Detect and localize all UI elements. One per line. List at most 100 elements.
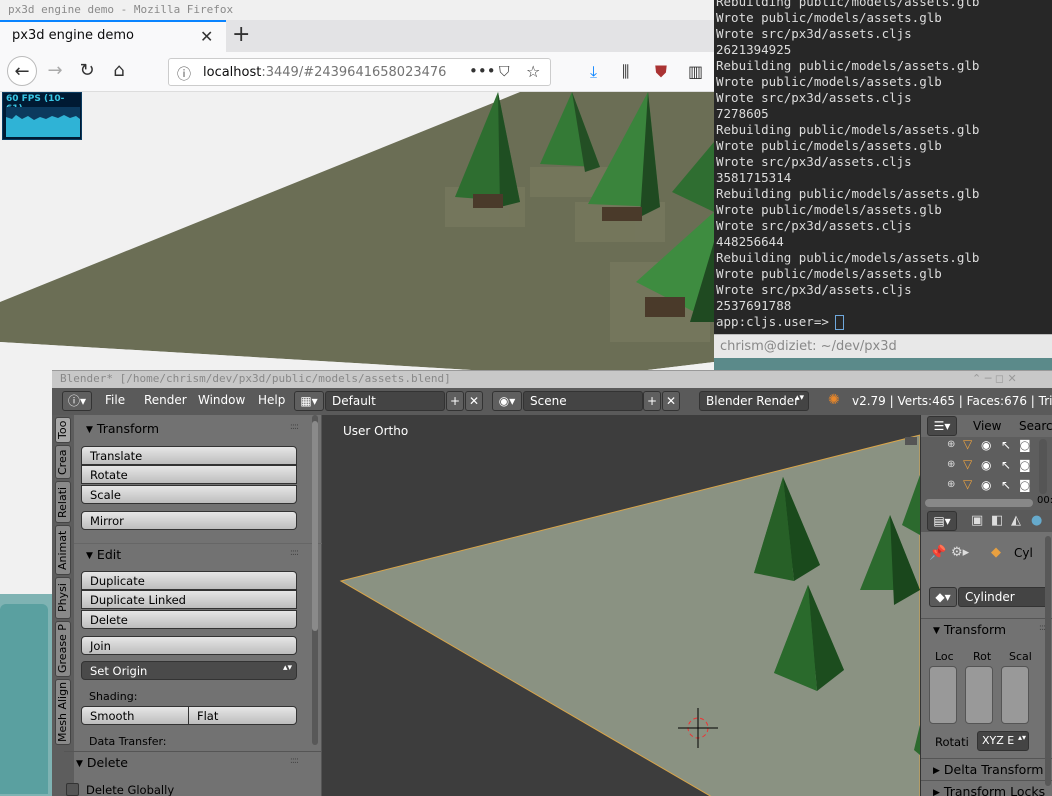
tab-tools[interactable]: Too xyxy=(55,417,71,443)
outliner-row[interactable]: ⊕ ▽ ◉ ↖ ◙ xyxy=(921,437,1052,457)
scrollbar-thumb[interactable] xyxy=(312,421,318,631)
object-data-icon[interactable]: ◆▾ xyxy=(929,587,957,607)
menu-file[interactable]: File xyxy=(105,393,125,407)
delete-panel-header[interactable]: ▼ Delete:::: xyxy=(64,751,322,773)
scale-button[interactable]: Scale xyxy=(81,485,297,504)
properties-scrollbar[interactable] xyxy=(1045,536,1051,786)
duplicate-linked-button[interactable]: Duplicate Linked xyxy=(81,590,297,609)
cone-mesh-icon: ▽ xyxy=(963,437,973,451)
pocket-icon[interactable]: ⛉ xyxy=(499,64,510,80)
delete-button[interactable]: Delete xyxy=(81,610,297,629)
shade-flat-button[interactable]: Flat xyxy=(188,706,297,725)
site-info-icon[interactable]: ⓘ xyxy=(177,64,191,84)
terminal-line: Wrote public/models/assets.glb xyxy=(716,266,942,281)
rotation-mode-select[interactable]: XYZ E ▴▾ xyxy=(977,731,1029,751)
outliner-type-icon[interactable]: ☰▾ xyxy=(927,416,957,436)
url-bar[interactable]: ⓘ localhost:3449/#2439641658023476 ••• ⛉… xyxy=(168,58,551,86)
location-fields[interactable] xyxy=(929,666,957,724)
outliner-row[interactable]: ⊕ ▽ ◉ ↖ ◙ xyxy=(921,477,1052,497)
library-icon[interactable]: ⫼ xyxy=(622,62,629,82)
transform-locks-header[interactable]: ▶ Transform Locks xyxy=(921,780,1052,796)
new-tab-button[interactable]: + xyxy=(232,22,250,47)
remove-scene-button[interactable]: ✕ xyxy=(662,391,680,411)
fps-graph xyxy=(6,107,80,137)
scale-label: Scal xyxy=(1009,650,1032,663)
page-actions-icon[interactable]: ••• xyxy=(469,62,496,80)
props-transform-header[interactable]: ▼ Transform:::: xyxy=(921,618,1052,640)
scene-field[interactable]: Scene xyxy=(523,391,643,411)
pin-icon[interactable]: 📌 xyxy=(929,545,946,561)
mirror-button[interactable]: Mirror xyxy=(81,511,297,530)
terminal-line: Wrote src/px3d/assets.cljs xyxy=(716,154,912,169)
forward-button[interactable]: → xyxy=(40,56,70,86)
duplicate-button[interactable]: Duplicate xyxy=(81,571,297,590)
render-camera-icon: ◙ xyxy=(1019,458,1031,472)
object-name-field[interactable]: Cylinder xyxy=(958,587,1048,607)
terminal-line: Rebuilding public/models/assets.glb xyxy=(716,0,980,9)
add-scene-button[interactable]: + xyxy=(643,391,661,411)
tab-animation[interactable]: Animat xyxy=(55,525,71,575)
menu-window[interactable]: Window xyxy=(198,393,245,407)
screen-layout-field[interactable]: Default xyxy=(325,391,445,411)
join-button[interactable]: Join xyxy=(81,636,297,655)
world-tab-icon[interactable]: ● xyxy=(1031,513,1042,528)
tab-relations[interactable]: Relati xyxy=(55,481,71,523)
delete-globally-checkbox[interactable] xyxy=(66,783,79,796)
drag-grip-icon: :::: xyxy=(289,422,299,432)
close-tab-icon[interactable]: ✕ xyxy=(200,27,213,46)
visibility-eye-icon: ◉ xyxy=(981,438,992,452)
shade-smooth-button[interactable]: Smooth xyxy=(81,706,189,725)
tab-grease-pencil[interactable]: Grease P xyxy=(55,621,71,677)
properties-type-icon[interactable]: ▤▾ xyxy=(927,511,957,531)
outliner-row[interactable]: ⊕ ▽ ◉ ↖ ◙ xyxy=(921,457,1052,477)
edit-panel-header[interactable]: ▼ Edit:::: xyxy=(74,543,322,565)
scale-fields[interactable] xyxy=(1001,666,1029,724)
render-tab-icon[interactable]: ▣ xyxy=(971,513,983,528)
outliner-vscroll[interactable] xyxy=(1039,439,1047,494)
context-icon[interactable]: ⚙▸ xyxy=(951,545,969,560)
screen-layout-icon[interactable]: ▦▾ xyxy=(294,391,324,411)
delta-transform-header[interactable]: ▶ Delta Transform xyxy=(921,758,1052,780)
ublock-origin-icon[interactable]: ⛊ xyxy=(655,62,667,82)
translate-button[interactable]: Translate xyxy=(81,446,297,465)
tab-create[interactable]: Crea xyxy=(55,445,71,479)
menu-help[interactable]: Help xyxy=(258,393,285,407)
menu-render[interactable]: Render xyxy=(144,393,187,407)
tab-active[interactable]: px3d engine demo ✕ xyxy=(0,20,226,52)
add-layout-button[interactable]: + xyxy=(446,391,464,411)
tab-mesh-align[interactable]: Mesh Align xyxy=(55,679,71,745)
terminal-window[interactable]: Rebuilding public/models/assets.glb Wrot… xyxy=(714,0,1052,334)
downloads-icon[interactable]: ⤓ xyxy=(590,62,597,82)
cone-mesh-icon: ▽ xyxy=(963,457,973,471)
back-button[interactable]: ← xyxy=(7,56,37,86)
tab-physics[interactable]: Physi xyxy=(55,577,71,619)
outliner-search-menu[interactable]: Search xyxy=(1019,419,1052,433)
render-engine-select[interactable]: Blender Render ▴▾ xyxy=(699,391,809,411)
window-controls[interactable]: ⌃ ─ ◻ ✕ xyxy=(972,372,1017,385)
outliner-view-menu[interactable]: View xyxy=(973,419,1001,433)
rotate-button[interactable]: Rotate xyxy=(81,465,297,484)
blender-logo-icon: ✺ xyxy=(828,392,840,408)
home-button[interactable]: ⌂ xyxy=(104,56,134,86)
outliner-header: ☰▾ View Search xyxy=(921,415,1052,437)
sidebar-icon[interactable]: ▥ xyxy=(688,62,703,81)
render-layers-tab-icon[interactable]: ◧ xyxy=(991,513,1003,528)
outliner-hscroll[interactable] xyxy=(925,499,1033,507)
properties-header: ▤▾ ▣ ◧ ◭ ● xyxy=(921,510,1052,532)
scene-tab-icon[interactable]: ◭ xyxy=(1011,513,1021,528)
viewport-mode-label: User Ortho xyxy=(343,424,409,438)
editor-type-info-icon[interactable]: ⓘ▾ xyxy=(62,391,92,411)
terminal-line: Wrote src/px3d/assets.cljs xyxy=(716,218,912,233)
scene-icon[interactable]: ◉▾ xyxy=(492,391,522,411)
properties-editor: ▤▾ ▣ ◧ ◭ ● 📌 ⚙▸ ◆ Cyl ◆▾ Cylinder ▼ Trans… xyxy=(920,510,1052,796)
set-origin-select[interactable]: Set Origin ▴▾ xyxy=(81,661,297,680)
tool-shelf-scrollbar[interactable] xyxy=(312,415,318,745)
remove-layout-button[interactable]: ✕ xyxy=(465,391,483,411)
bookmark-star-icon[interactable]: ☆ xyxy=(526,62,540,81)
visibility-eye-icon: ◉ xyxy=(981,478,992,492)
reload-button[interactable]: ↻ xyxy=(72,56,102,86)
transform-panel-header[interactable]: ▼ Transform:::: xyxy=(74,418,322,440)
rotation-fields[interactable] xyxy=(965,666,993,724)
terminal-prompt-line[interactable]: app:cljs.user=> xyxy=(716,314,1052,330)
3d-viewport[interactable]: User Ortho xyxy=(322,415,920,796)
